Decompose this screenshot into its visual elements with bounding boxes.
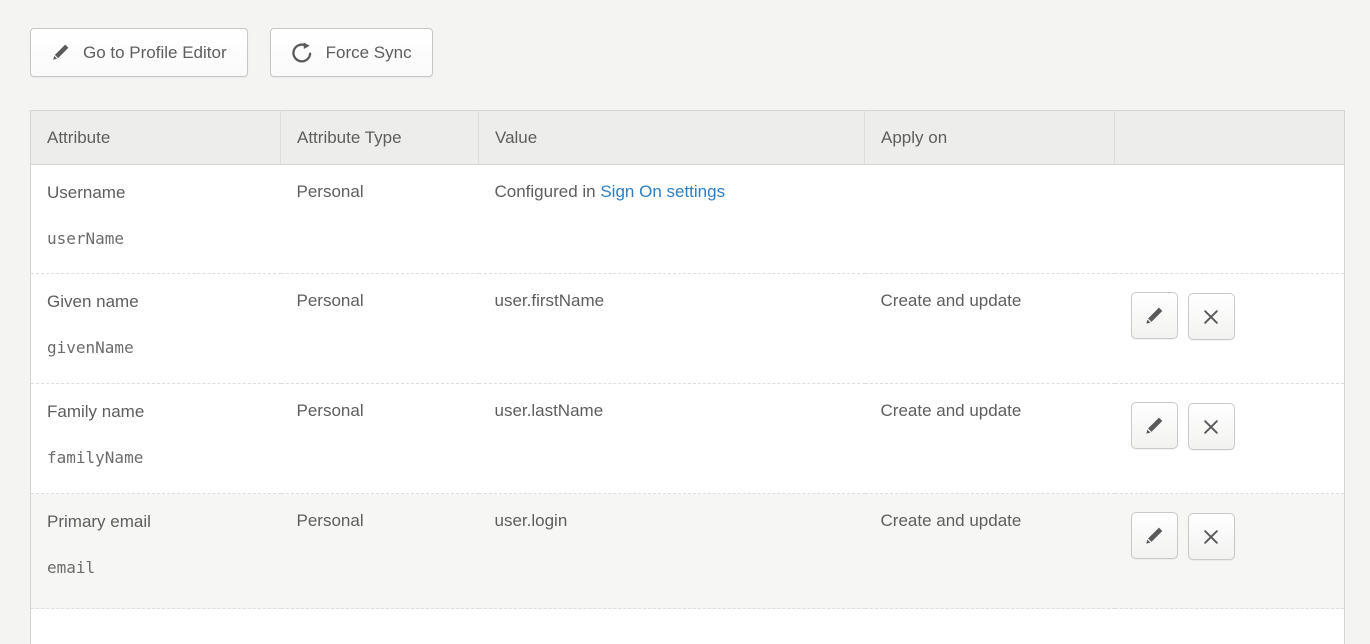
attribute-table-body: Username userName Personal Configured in Si… — [31, 165, 1345, 644]
apply-on-cell — [865, 165, 1115, 274]
pencil-icon — [1144, 306, 1164, 326]
attribute-variable-name: userName — [47, 229, 265, 249]
remove-attribute-button[interactable] — [1188, 293, 1235, 340]
table-row: Family name familyName Personal user.lastNa… — [31, 384, 1345, 494]
x-icon — [1202, 528, 1220, 546]
column-header-attribute: Attribute — [31, 111, 281, 165]
attribute-variable-name: familyName — [47, 448, 265, 468]
edit-attribute-button[interactable] — [1131, 512, 1178, 559]
apply-on-cell: Create and update — [865, 384, 1115, 494]
value-cell: user.firstName — [479, 274, 865, 384]
value-prefix-text: Configured in — [495, 182, 601, 201]
value-cell: Configured in Sign On settings — [479, 165, 865, 274]
actions-cell — [1115, 384, 1345, 494]
attribute-type-value: Personal — [297, 511, 364, 530]
pencil-icon — [1144, 416, 1164, 436]
attribute-type-cell: Personal — [281, 494, 479, 609]
x-icon — [1202, 308, 1220, 326]
attribute-label: Family name — [47, 401, 265, 422]
table-header: Attribute Attribute Type Value Apply on — [31, 111, 1345, 165]
attribute-variable-name: givenName — [47, 338, 265, 358]
go-to-profile-editor-label: Go to Profile Editor — [83, 43, 227, 63]
apply-on-value: Create and update — [881, 511, 1022, 530]
attribute-cell: Family name familyName — [31, 384, 281, 494]
edit-attribute-button[interactable] — [1131, 292, 1178, 339]
table-row: Given name givenName Personal user.firstNam… — [31, 274, 1345, 384]
actions-cell — [1115, 274, 1345, 384]
go-to-profile-editor-button[interactable]: Go to Profile Editor — [30, 28, 248, 77]
value-text: user.lastName — [495, 401, 604, 420]
empty-cell — [31, 609, 1345, 644]
attribute-type-value: Personal — [297, 291, 364, 310]
force-sync-label: Force Sync — [326, 43, 412, 63]
table-row: Username userName Personal Configured in Si… — [31, 165, 1345, 274]
attribute-label: Given name — [47, 291, 265, 312]
refresh-icon — [291, 42, 313, 64]
attribute-type-value: Personal — [297, 182, 364, 201]
force-sync-button[interactable]: Force Sync — [270, 28, 433, 77]
apply-on-cell: Create and update — [865, 494, 1115, 609]
edit-attribute-button[interactable] — [1131, 402, 1178, 449]
sign-on-settings-link[interactable]: Sign On settings — [600, 182, 725, 201]
attribute-mappings-page: Go to Profile Editor Force Sync Attribut… — [0, 0, 1370, 644]
attribute-variable-name: email — [47, 558, 265, 578]
attribute-type-cell: Personal — [281, 274, 479, 384]
toolbar: Go to Profile Editor Force Sync — [30, 28, 1344, 77]
attribute-cell: Given name givenName — [31, 274, 281, 384]
column-header-apply-on: Apply on — [865, 111, 1115, 165]
attribute-cell: Username userName — [31, 165, 281, 274]
actions-cell — [1115, 494, 1345, 609]
column-header-actions — [1115, 111, 1345, 165]
x-icon — [1202, 418, 1220, 436]
actions-cell — [1115, 165, 1345, 274]
apply-on-value: Create and update — [881, 291, 1022, 310]
value-text: user.login — [495, 511, 568, 530]
attribute-type-cell: Personal — [281, 384, 479, 494]
value-cell: user.lastName — [479, 384, 865, 494]
attribute-mappings-table: Attribute Attribute Type Value Apply on … — [30, 110, 1345, 644]
attribute-label: Username — [47, 182, 265, 203]
pencil-icon — [1144, 526, 1164, 546]
apply-on-value: Create and update — [881, 401, 1022, 420]
attribute-label: Primary email — [47, 511, 265, 532]
apply-on-cell: Create and update — [865, 274, 1115, 384]
column-header-value: Value — [479, 111, 865, 165]
remove-attribute-button[interactable] — [1188, 403, 1235, 450]
pencil-icon — [51, 43, 70, 62]
value-cell: user.login — [479, 494, 865, 609]
attribute-type-value: Personal — [297, 401, 364, 420]
table-row-partial — [31, 609, 1345, 644]
remove-attribute-button[interactable] — [1188, 513, 1235, 560]
attribute-cell: Primary email email — [31, 494, 281, 609]
attribute-type-cell: Personal — [281, 165, 479, 274]
value-text: user.firstName — [495, 291, 605, 310]
table-row: Primary email email Personal user.login Crea… — [31, 494, 1345, 609]
column-header-attribute-type: Attribute Type — [281, 111, 479, 165]
